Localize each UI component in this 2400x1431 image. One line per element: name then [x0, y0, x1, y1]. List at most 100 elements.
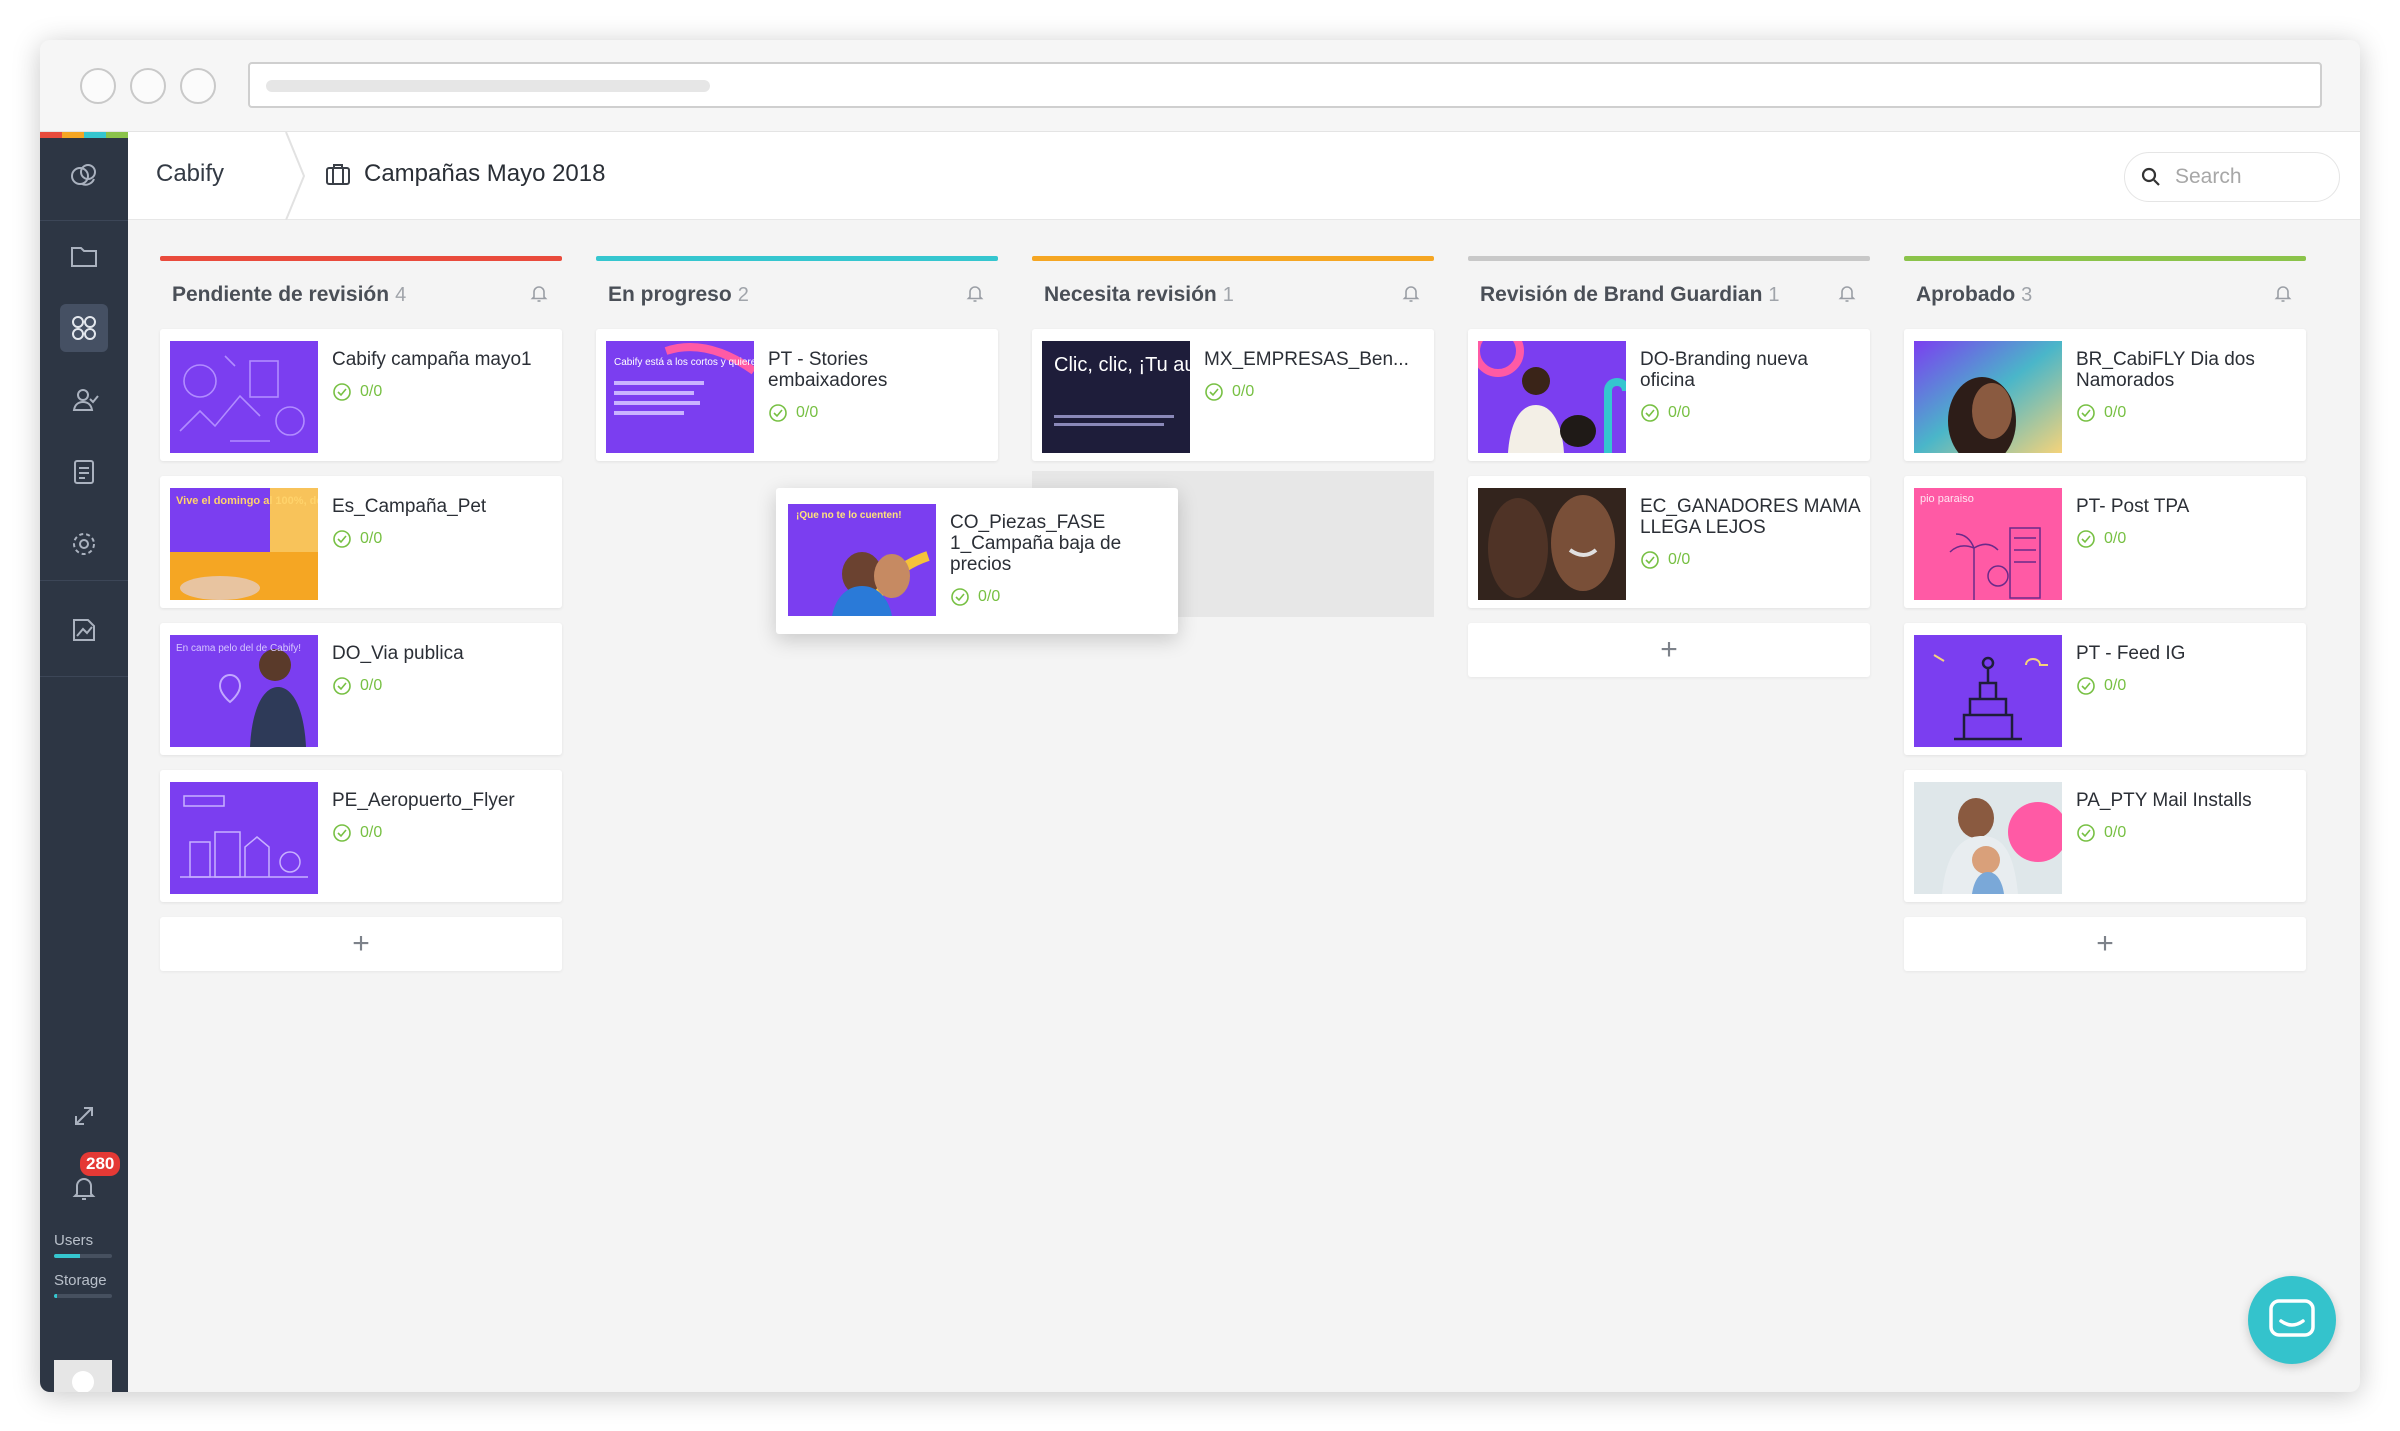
- add-card-button[interactable]: +: [160, 917, 562, 971]
- column-title: Aprobado: [1916, 283, 2016, 306]
- column-title: En progreso: [608, 283, 732, 306]
- board-icon[interactable]: [60, 304, 108, 352]
- card-thumbnail: En cama pelo del de Cabify!: [170, 635, 318, 747]
- check-circle-icon: [769, 404, 787, 422]
- column-title: Necesita revisión: [1044, 283, 1217, 306]
- window-minimize-button[interactable]: [130, 68, 166, 104]
- chat-button[interactable]: [2248, 1276, 2336, 1364]
- card-status: 0/0: [950, 587, 1166, 607]
- card-status: 0/0: [1640, 550, 1860, 570]
- card-title: CO_Piezas_FASE 1_Campaña baja de precios: [950, 512, 1122, 575]
- card-approvals: 0/0: [2104, 530, 2127, 547]
- app-header: Cabify Campañas Mayo 2018: [128, 132, 2360, 220]
- task-card[interactable]: Vive el domingo al 100%, donde vayas, no…: [160, 476, 562, 608]
- card-thumbnail: pio paraiso: [1914, 488, 2062, 600]
- check-circle-icon: [2077, 530, 2095, 548]
- card-approvals: 0/0: [360, 677, 383, 694]
- check-circle-icon: [333, 383, 351, 401]
- column-bell-icon[interactable]: [2272, 282, 2294, 309]
- column-count: 3: [2021, 284, 2033, 306]
- expand-icon[interactable]: [60, 1092, 108, 1140]
- window-close-button[interactable]: [80, 68, 116, 104]
- column-bell-icon[interactable]: [528, 282, 550, 309]
- brand-stripe: [40, 132, 128, 138]
- column-header: Pendiente de revisión 4: [160, 261, 562, 329]
- folder-icon[interactable]: [60, 232, 108, 280]
- card-approvals: 0/0: [360, 530, 383, 547]
- users-label: Users: [54, 1232, 94, 1249]
- search-box[interactable]: [2124, 152, 2340, 202]
- column-count: 2: [737, 284, 749, 306]
- card-approvals: 0/0: [2104, 404, 2127, 421]
- address-bar[interactable]: [248, 62, 2322, 108]
- card-title: PT - Feed IG: [2076, 643, 2186, 664]
- card-approvals: 0/0: [360, 824, 383, 841]
- add-card-button[interactable]: +: [1468, 623, 1870, 677]
- card-thumbnail: Clic, clic, ¡Tu auto va en: [1042, 341, 1190, 453]
- card-title: PT - Stories embaixadores: [768, 349, 888, 391]
- card-status: 0/0: [332, 382, 552, 402]
- card-thumbnail: ¡Que no te lo cuenten!: [788, 504, 936, 616]
- tasks-icon[interactable]: [60, 448, 108, 496]
- logo-icon[interactable]: [60, 152, 108, 200]
- task-card[interactable]: PT - Feed IG 0/0: [1904, 623, 2306, 755]
- search-icon: [2141, 167, 2160, 186]
- card-title: PE_Aeropuerto_Flyer: [332, 790, 515, 811]
- browser-titlebar: [40, 40, 2360, 132]
- search-input[interactable]: [2175, 165, 2315, 189]
- card-approvals: 0/0: [1668, 404, 1691, 421]
- avatar[interactable]: [54, 1360, 112, 1392]
- task-card[interactable]: pio paraiso PT- Post TPA 0/0: [1904, 476, 2306, 608]
- task-card[interactable]: Cabify campaña mayo1 0/0: [160, 329, 562, 461]
- card-title: MX_EMPRESAS_Ben...: [1204, 349, 1409, 370]
- card-thumbnail: [1914, 635, 2062, 747]
- card-title: PT- Post TPA: [2076, 496, 2190, 517]
- card-approvals: 0/0: [2104, 677, 2127, 694]
- task-card[interactable]: EC_GANADORES MAMA LLEGA LEJOS 0/0: [1468, 476, 1870, 608]
- task-card[interactable]: En cama pelo del de Cabify! DO_Via publi…: [160, 623, 562, 755]
- card-approvals: 0/0: [978, 588, 1001, 605]
- window-maximize-button[interactable]: [180, 68, 216, 104]
- card-title: DO_Via publica: [332, 643, 464, 664]
- breadcrumb: Campañas Mayo 2018: [324, 160, 605, 188]
- card-status: 0/0: [332, 676, 552, 696]
- column-header: Revisión de Brand Guardian 1: [1468, 261, 1870, 329]
- card-status: 0/0: [2076, 529, 2296, 549]
- task-card[interactable]: BR_CabiFLY Dia dos Namorados 0/0: [1904, 329, 2306, 461]
- breadcrumb-root[interactable]: Cabify: [156, 160, 224, 188]
- card-status: 0/0: [332, 823, 552, 843]
- column-count: 1: [1222, 284, 1234, 306]
- task-card[interactable]: DO-Branding nueva oficina 0/0: [1468, 329, 1870, 461]
- column-title: Revisión de Brand Guardian: [1480, 283, 1763, 306]
- thumb-text: Vive el domingo al 100%, donde vayas, no…: [176, 495, 318, 507]
- card-thumbnail: [170, 341, 318, 453]
- card-title: PA_PTY Mail Installs: [2076, 790, 2252, 811]
- check-circle-icon: [333, 530, 351, 548]
- users-meter: [54, 1254, 112, 1258]
- card-thumbnail: [1478, 341, 1626, 453]
- page-title: Campañas Mayo 2018: [364, 160, 606, 187]
- add-card-button[interactable]: +: [1904, 917, 2306, 971]
- column-bell-icon[interactable]: [1836, 282, 1858, 309]
- check-circle-icon: [951, 588, 969, 606]
- check-circle-icon: [1641, 551, 1659, 569]
- task-card[interactable]: PE_Aeropuerto_Flyer 0/0: [160, 770, 562, 902]
- card-approvals: 0/0: [360, 383, 383, 400]
- column-title: Pendiente de revisión: [172, 283, 390, 306]
- task-card[interactable]: PA_PTY Mail Installs 0/0: [1904, 770, 2306, 902]
- check-circle-icon: [333, 824, 351, 842]
- storage-meter-fill: [54, 1294, 57, 1298]
- users-icon[interactable]: [60, 376, 108, 424]
- dragging-card[interactable]: ¡Que no te lo cuenten! CO_Piezas_FASE 1_…: [776, 488, 1178, 634]
- reports-icon[interactable]: [60, 606, 108, 654]
- check-circle-icon: [2077, 404, 2095, 422]
- column-bell-icon[interactable]: [1400, 282, 1422, 309]
- card-status: 0/0: [2076, 676, 2296, 696]
- task-card[interactable]: Clic, clic, ¡Tu auto va en MX_EMPRESAS_B…: [1032, 329, 1434, 461]
- card-status: 0/0: [1204, 382, 1424, 402]
- check-circle-icon: [333, 677, 351, 695]
- thumb-text: Cabify está a los cortos y quiere que tú…: [614, 357, 754, 368]
- settings-icon[interactable]: [60, 520, 108, 568]
- task-card[interactable]: Cabify está a los cortos y quiere que tú…: [596, 329, 998, 461]
- column-bell-icon[interactable]: [964, 282, 986, 309]
